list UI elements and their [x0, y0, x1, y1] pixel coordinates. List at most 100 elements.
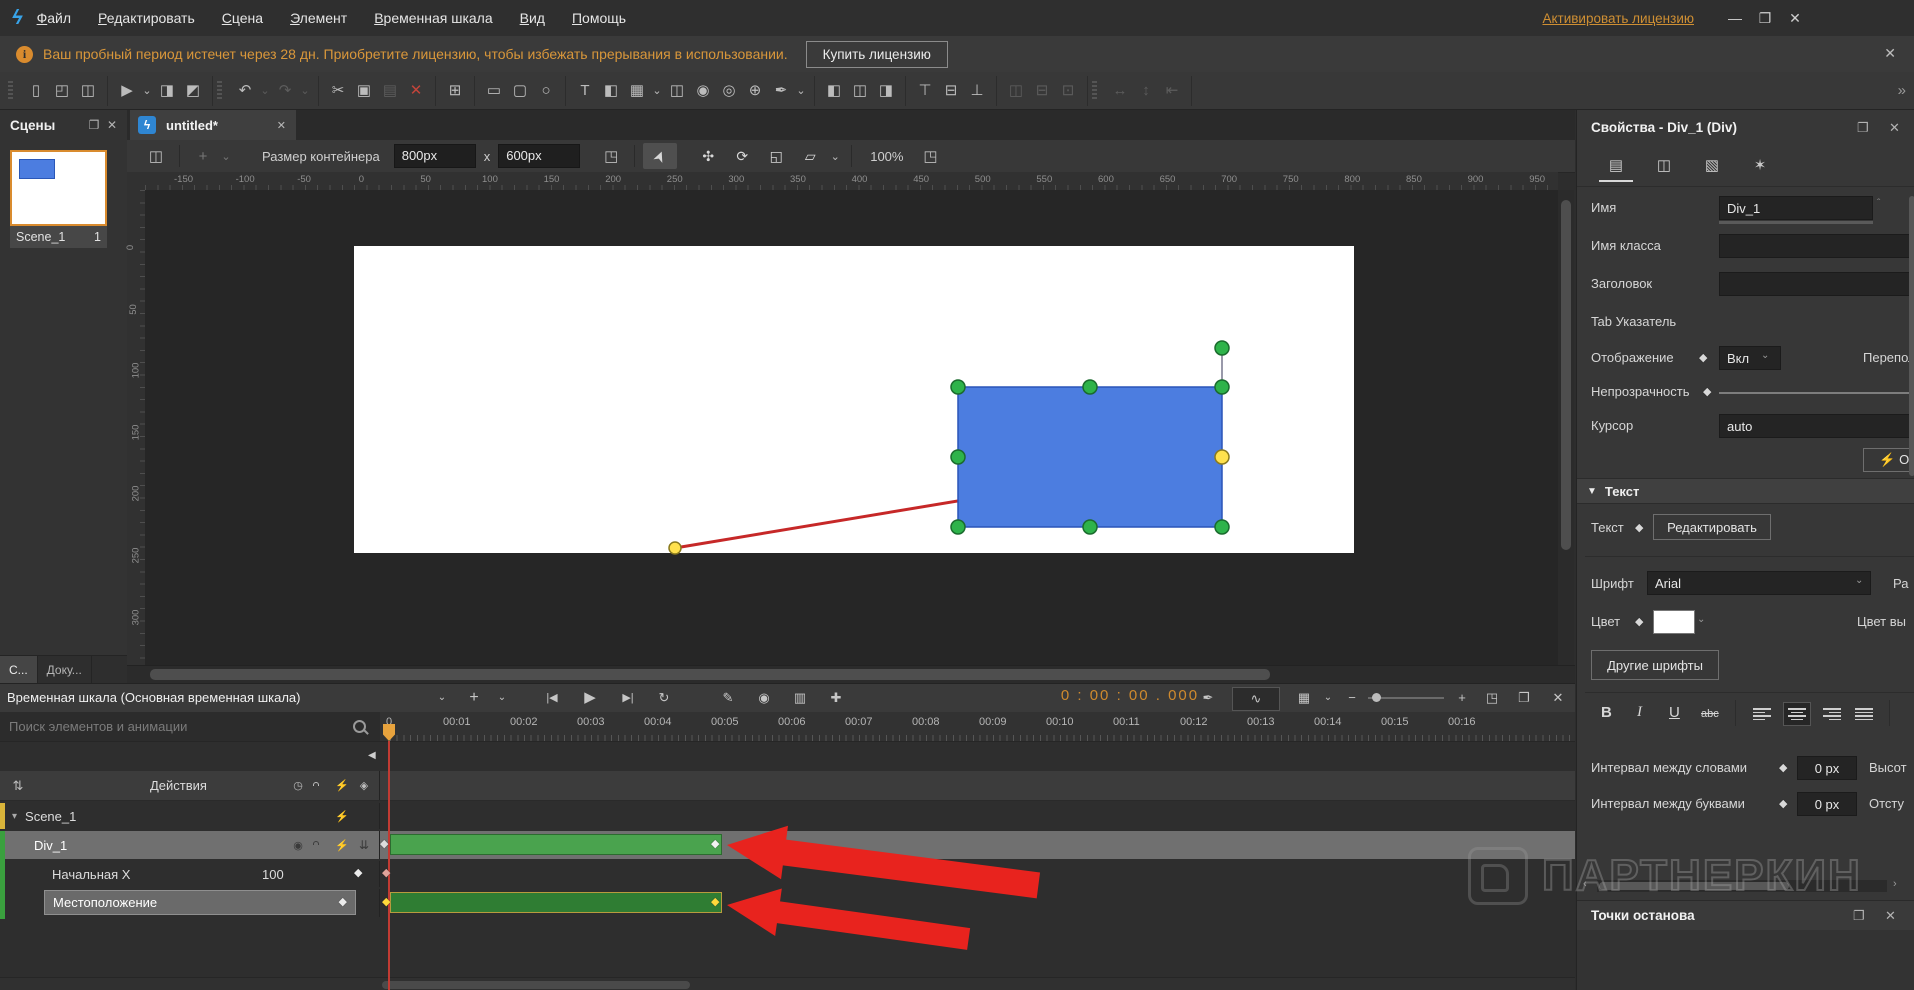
- bold-button[interactable]: B: [1601, 704, 1612, 721]
- new-file-icon[interactable]: ▯: [23, 76, 49, 106]
- rectangle-icon[interactable]: ▭: [481, 76, 507, 106]
- font-select[interactable]: Arial: [1647, 571, 1871, 595]
- motion-path-end-handle[interactable]: [1214, 449, 1230, 465]
- play-icon[interactable]: ▶: [578, 687, 602, 709]
- animation-bar-div[interactable]: [390, 834, 722, 855]
- bolt-icon[interactable]: ⚡: [332, 810, 352, 823]
- zoom-out-icon[interactable]: −: [1340, 687, 1364, 709]
- toolbar-grip[interactable]: [8, 80, 13, 101]
- keyframe-start[interactable]: ◆: [380, 839, 388, 850]
- track-row-location[interactable]: Местоположение ◆ ◆ ◆: [0, 889, 1575, 917]
- align-middle-icon[interactable]: ⊟: [938, 76, 964, 106]
- export-icon[interactable]: ◨: [154, 76, 180, 106]
- document-tab[interactable]: ϟ untitled* ✕: [130, 110, 296, 140]
- ellipse-icon[interactable]: ○: [533, 76, 559, 106]
- display-keyframe-diamond[interactable]: ◆: [1699, 351, 1707, 364]
- menu-0[interactable]: Файл: [37, 10, 71, 26]
- bolt-icon[interactable]: ⚡: [332, 839, 352, 852]
- panel-scroll-left-icon[interactable]: ‹: [1583, 878, 1587, 890]
- timeline-select-arrow-icon[interactable]: ⌄: [430, 687, 454, 709]
- letter-spacing-input[interactable]: 0 px: [1797, 792, 1857, 816]
- properties-vertical-scrollbar[interactable]: [1909, 196, 1914, 476]
- filter-animation-icon[interactable]: ▥: [788, 687, 812, 709]
- align-left-button[interactable]: [1749, 702, 1777, 726]
- properties-horizontal-scrollbar[interactable]: [1597, 880, 1887, 892]
- pen-icon[interactable]: ✒: [1196, 687, 1220, 709]
- align-center-icon[interactable]: ◫: [847, 76, 873, 106]
- minimize-button[interactable]: —: [1720, 6, 1750, 30]
- collapse-icon[interactable]: ▾: [12, 811, 17, 822]
- preview-in-browser-icon[interactable]: ▶: [114, 76, 140, 106]
- track-row-scene[interactable]: ▾ Scene_1 ⚡: [0, 803, 1575, 829]
- image-icon[interactable]: ▦: [624, 76, 650, 106]
- freeform-icon[interactable]: ✒: [768, 76, 794, 106]
- text-section-header[interactable]: ▼ Текст: [1577, 478, 1914, 504]
- container-height-input[interactable]: 600px: [498, 144, 581, 168]
- close-icon[interactable]: ✕: [1889, 120, 1900, 136]
- italic-button[interactable]: I: [1637, 704, 1642, 721]
- popout-icon[interactable]: ❐: [1853, 908, 1865, 924]
- preview-arrow-icon[interactable]: ⌄: [140, 76, 154, 106]
- timeline-search[interactable]: Поиск элементов и анимации: [0, 712, 380, 742]
- keyframe-end[interactable]: ◆: [711, 897, 719, 908]
- tab-general-icon[interactable]: ▤: [1599, 152, 1633, 182]
- more-fonts-button[interactable]: Другие шрифты: [1591, 650, 1719, 680]
- document-close-icon[interactable]: ✕: [277, 119, 286, 132]
- div-icon[interactable]: ◧: [598, 76, 624, 106]
- toolbar-overflow-icon[interactable]: »: [1898, 82, 1906, 99]
- history-icon[interactable]: ◷: [288, 779, 308, 792]
- expand-icon[interactable]: ◳: [1480, 687, 1504, 709]
- tab-scenes[interactable]: С...: [0, 656, 38, 683]
- animation-bar-location[interactable]: [390, 892, 722, 913]
- grid-arrow-icon[interactable]: ⌄: [1316, 687, 1340, 709]
- scrollbar-thumb[interactable]: [382, 981, 690, 989]
- toolbar-grip[interactable]: [1092, 80, 1097, 101]
- close-icon[interactable]: ✕: [1546, 687, 1570, 709]
- tab-document[interactable]: Доку...: [38, 656, 92, 683]
- letter-spacing-keyframe-diamond[interactable]: ◆: [1779, 797, 1787, 810]
- go-end-icon[interactable]: ▶|: [616, 687, 640, 709]
- scene-nav-icon[interactable]: ◫: [141, 147, 171, 165]
- sort-icon[interactable]: ⇅: [8, 778, 28, 794]
- font-select-arrow-icon[interactable]: ⌄: [1855, 575, 1863, 586]
- rotate-tool[interactable]: ⟳: [725, 143, 759, 169]
- loop-icon[interactable]: ↻: [652, 687, 676, 709]
- scale-tool[interactable]: ◱: [759, 143, 793, 169]
- scrollbar-thumb[interactable]: [150, 669, 1270, 680]
- snap-toggle[interactable]: ∿: [1232, 687, 1280, 711]
- go-start-icon[interactable]: |◀: [540, 687, 564, 709]
- align-left-icon[interactable]: ◧: [821, 76, 847, 106]
- bolt-icon[interactable]: ⚡: [332, 779, 352, 792]
- skew-tool[interactable]: ▱: [793, 143, 827, 169]
- canvas-horizontal-scrollbar[interactable]: [127, 665, 1575, 684]
- add-keyframe-icon[interactable]: ✚: [824, 687, 848, 709]
- embed-icon[interactable]: ⊕: [742, 76, 768, 106]
- tab-position-size-icon[interactable]: ◫: [1647, 152, 1681, 180]
- track-row-initial-x[interactable]: Начальная X 100 ◆ ◆: [0, 861, 1575, 887]
- expand-container-icon[interactable]: ◳: [596, 147, 626, 165]
- scrollbar-thumb[interactable]: [1561, 200, 1571, 550]
- tab-styles-icon[interactable]: ▧: [1695, 152, 1729, 180]
- popout-icon[interactable]: ❐: [1857, 120, 1869, 136]
- menu-1[interactable]: Редактировать: [98, 10, 195, 26]
- group-icon[interactable]: ⊞: [442, 76, 468, 106]
- video-icon[interactable]: ◫: [664, 76, 690, 106]
- auto-keyframe-icon[interactable]: ✎: [716, 687, 740, 709]
- stage-canvas[interactable]: [145, 190, 1558, 665]
- delete-icon[interactable]: ✕: [403, 76, 429, 106]
- audio-icon[interactable]: ◉: [690, 76, 716, 106]
- text-icon[interactable]: T: [572, 76, 598, 106]
- zoom-in-icon[interactable]: +: [1450, 687, 1474, 709]
- name-spinner-icon[interactable]: ˆ: [1877, 198, 1880, 209]
- anchor-tool[interactable]: ✣: [691, 143, 725, 169]
- tab-effects-icon[interactable]: ✶: [1743, 152, 1777, 180]
- display-select-arrow-icon[interactable]: ⌄: [1761, 350, 1769, 361]
- open-file-icon[interactable]: ◰: [49, 76, 75, 106]
- display-select[interactable]: Вкл: [1719, 346, 1781, 370]
- timeline-bottom-scrollbar[interactable]: [0, 977, 1575, 990]
- class-input[interactable]: [1719, 234, 1914, 258]
- collapse-arrow-icon[interactable]: ▼: [1587, 486, 1597, 497]
- keyframe-start[interactable]: ◆: [382, 897, 390, 908]
- align-bottom-icon[interactable]: ⊥: [964, 76, 990, 106]
- close-icon[interactable]: ✕: [103, 118, 121, 132]
